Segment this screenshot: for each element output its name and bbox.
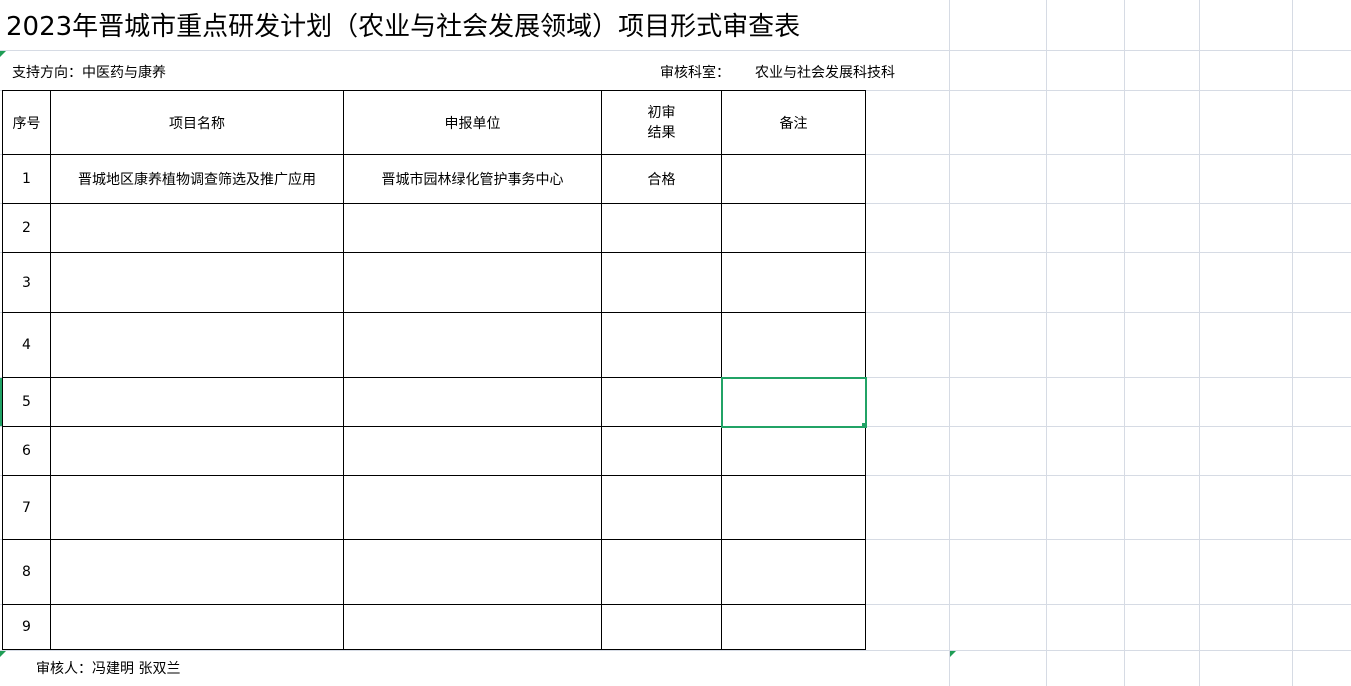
cell-note[interactable] bbox=[721, 203, 866, 253]
cell-result[interactable] bbox=[601, 604, 722, 650]
table-row: 1 晋城地区康养植物调查筛选及推广应用 晋城市园林绿化管护事务中心 合格 bbox=[2, 154, 866, 204]
cell-note[interactable] bbox=[721, 312, 866, 378]
cell-unit[interactable] bbox=[343, 312, 602, 378]
cell-unit[interactable] bbox=[343, 203, 602, 253]
cell-note[interactable] bbox=[721, 539, 866, 605]
cell-name[interactable] bbox=[50, 203, 344, 253]
cell-unit[interactable]: 晋城市园林绿化管护事务中心 bbox=[343, 154, 602, 204]
cell-no[interactable]: 8 bbox=[2, 539, 51, 605]
cell-result[interactable] bbox=[601, 203, 722, 253]
cell-note[interactable] bbox=[721, 154, 866, 204]
cell-result[interactable] bbox=[601, 377, 722, 427]
cell-name[interactable] bbox=[50, 539, 344, 605]
sheet-title[interactable]: 2023年晋城市重点研发计划（农业与社会发展领域）项目形式审查表 bbox=[6, 8, 807, 46]
cell-indicator-icon bbox=[950, 651, 956, 657]
reviewer-line[interactable]: 审核人：冯建明 张双兰 bbox=[36, 658, 180, 678]
support-direction[interactable]: 支持方向：中医药与康养 bbox=[12, 62, 166, 82]
cell-note[interactable] bbox=[721, 604, 866, 650]
cell-name[interactable] bbox=[50, 252, 344, 313]
cell-name[interactable] bbox=[50, 377, 344, 427]
header-result-line1: 初审 bbox=[647, 104, 676, 121]
cell-name[interactable] bbox=[50, 312, 344, 378]
cell-result[interactable] bbox=[601, 426, 722, 476]
cell-no[interactable]: 2 bbox=[2, 203, 51, 253]
cell-name[interactable]: 晋城地区康养植物调查筛选及推广应用 bbox=[50, 154, 344, 204]
header-result[interactable]: 初审 结果 bbox=[601, 90, 722, 155]
table-row: 8 bbox=[2, 539, 866, 605]
cell-no[interactable]: 6 bbox=[2, 426, 51, 476]
cell-result[interactable]: 合格 bbox=[601, 154, 722, 204]
header-note[interactable]: 备注 bbox=[721, 90, 866, 155]
cell-note[interactable] bbox=[721, 426, 866, 476]
cell-unit[interactable] bbox=[343, 377, 602, 427]
table-row: 9 bbox=[2, 604, 866, 650]
header-name[interactable]: 项目名称 bbox=[50, 90, 344, 155]
table-row: 6 bbox=[2, 426, 866, 476]
fill-handle[interactable] bbox=[862, 423, 867, 428]
dept-label[interactable]: 审核科室： bbox=[660, 62, 730, 82]
cell-no[interactable]: 1 bbox=[2, 154, 51, 204]
table-row: 5 bbox=[2, 377, 866, 427]
cell-unit[interactable] bbox=[343, 475, 602, 540]
active-row-marker bbox=[0, 378, 2, 426]
cell-note[interactable] bbox=[721, 252, 866, 313]
cell-unit[interactable] bbox=[343, 539, 602, 605]
cell-unit[interactable] bbox=[343, 252, 602, 313]
cell-name[interactable] bbox=[50, 426, 344, 476]
cell-result[interactable] bbox=[601, 252, 722, 313]
cell-no[interactable]: 4 bbox=[2, 312, 51, 378]
cell-result[interactable] bbox=[601, 312, 722, 378]
table-row: 3 bbox=[2, 252, 866, 313]
header-result-line2: 结果 bbox=[647, 124, 676, 141]
cell-no[interactable]: 7 bbox=[2, 475, 51, 540]
cell-result[interactable] bbox=[601, 539, 722, 605]
cell-indicator-icon bbox=[0, 51, 6, 57]
cell-note-selected[interactable] bbox=[721, 377, 866, 427]
cell-result[interactable] bbox=[601, 475, 722, 540]
cell-name[interactable] bbox=[50, 475, 344, 540]
header-row: 序号 项目名称 申报单位 初审 结果 备注 bbox=[2, 90, 866, 155]
cell-no[interactable]: 3 bbox=[2, 252, 51, 313]
review-table: 序号 项目名称 申报单位 初审 结果 备注 1 晋城地区康养植物调查筛选及推广应… bbox=[2, 90, 866, 650]
cell-note[interactable] bbox=[721, 475, 866, 540]
cell-no[interactable]: 9 bbox=[2, 604, 51, 650]
cell-no[interactable]: 5 bbox=[2, 377, 51, 427]
table-row: 4 bbox=[2, 312, 866, 378]
header-no[interactable]: 序号 bbox=[2, 90, 51, 155]
cell-name[interactable] bbox=[50, 604, 344, 650]
table-row: 2 bbox=[2, 203, 866, 253]
cell-indicator-icon bbox=[0, 651, 6, 657]
cell-unit[interactable] bbox=[343, 426, 602, 476]
cell-unit[interactable] bbox=[343, 604, 602, 650]
header-unit[interactable]: 申报单位 bbox=[343, 90, 602, 155]
table-row: 7 bbox=[2, 475, 866, 540]
dept-value[interactable]: 农业与社会发展科技科 bbox=[755, 62, 895, 82]
